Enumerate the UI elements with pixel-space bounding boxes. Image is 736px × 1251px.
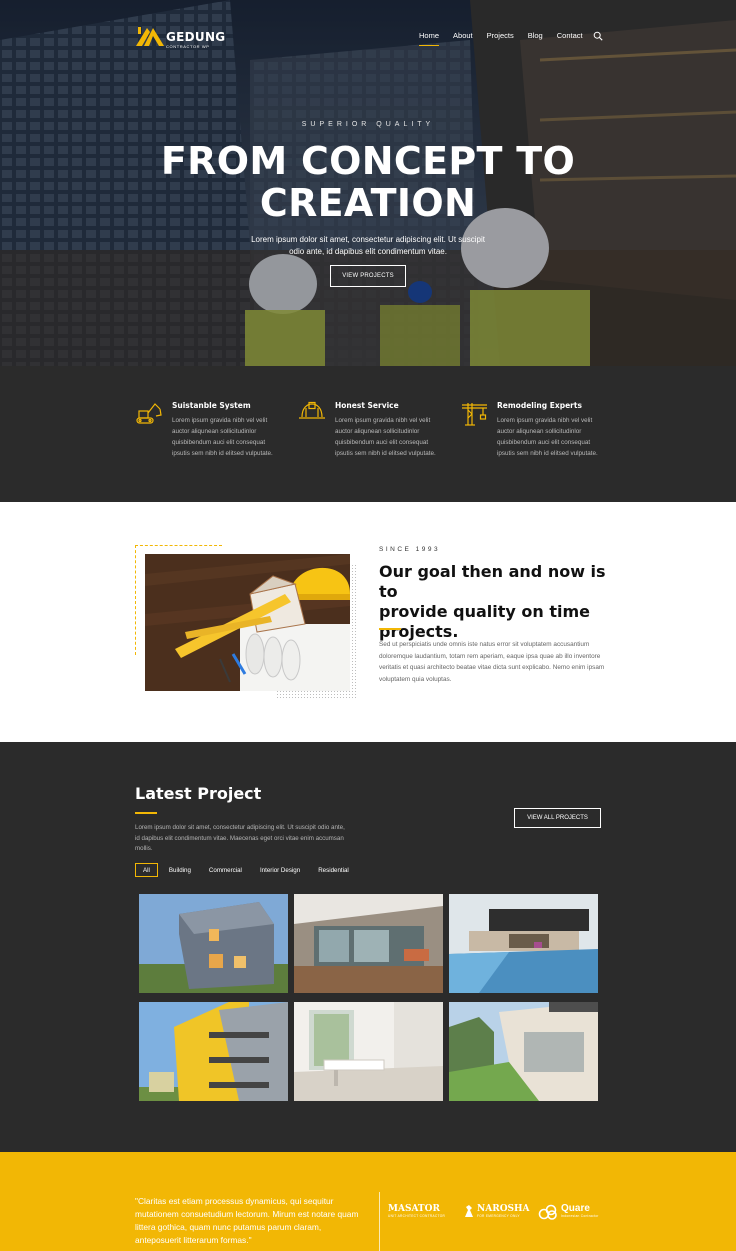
partner-subtitle: FOR EMERGENCY ONLY: [477, 1214, 520, 1218]
about-title-line-2: provide quality on time: [379, 602, 590, 621]
hero-eyebrow: SUPERIOR QUALITY: [301, 121, 435, 128]
excavator-icon: [136, 403, 162, 424]
filter-building[interactable]: Building: [162, 863, 198, 877]
project-image-yellow-apartments: [139, 1002, 288, 1101]
logo-mark-icon: [136, 27, 164, 46]
hero-lead: Lorem ipsum dolor sit amet, consectetur …: [251, 235, 485, 256]
nav-projects[interactable]: Projects: [487, 30, 514, 41]
project-image-white-interior: [294, 1002, 443, 1101]
filter-interior-design[interactable]: Interior Design: [253, 863, 307, 877]
about-accent-bar: [379, 628, 401, 630]
features-section: Suistanble System Lorem ipsum gravida ni…: [0, 366, 736, 502]
partner-name: NAROSHA: [477, 1204, 530, 1214]
project-tile[interactable]: [449, 1002, 598, 1101]
nav-home[interactable]: Home: [419, 30, 440, 46]
about-title-line-1: Our goal then and now is to: [379, 562, 606, 601]
brand-name: GEDUNG: [166, 30, 226, 44]
brand-tagline: CONTRACTOR WP: [166, 44, 210, 49]
feature-text: Lorem ipsum gravida nibh vel velit aucto…: [497, 417, 598, 457]
partner-name: MASATOR: [388, 1204, 440, 1214]
testimonial-divider: [379, 1192, 380, 1251]
nav-blog[interactable]: Blog: [528, 30, 543, 41]
partner-name: Quare: [561, 1203, 590, 1214]
partner-logo-quare: Quare Indonesian Contractor: [538, 1204, 599, 1220]
about-section: SINCE 1993 Our goal then and now is to p…: [0, 502, 736, 742]
project-image-terrace-house: [294, 894, 443, 993]
testimonial-quote: "Claritas est etiam processus dynamicus,…: [135, 1196, 359, 1245]
feature-text: Lorem ipsum gravida nibh vel velit aucto…: [172, 417, 273, 457]
projects-description: Lorem ipsum dolor sit amet, consectetur …: [135, 824, 345, 852]
filter-all[interactable]: All: [135, 863, 158, 877]
nav-about[interactable]: About: [453, 30, 473, 41]
about-text: Sed ut perspiciatis unde omnis iste natu…: [379, 641, 605, 683]
feature-title: Suistanble System: [172, 401, 251, 410]
project-tile[interactable]: [139, 894, 288, 993]
brand-logo[interactable]: GEDUNG CONTRACTOR WP: [136, 22, 225, 49]
about-title: Our goal then and now is to provide qual…: [379, 562, 619, 642]
crane-icon: [462, 403, 487, 426]
nav-contact[interactable]: Contact: [557, 30, 583, 41]
partner-subtitle: Indonesian Contractor: [561, 1214, 599, 1218]
about-image: [145, 554, 350, 691]
project-tile[interactable]: [294, 894, 443, 993]
view-all-projects-button[interactable]: VIEW ALL PROJECTS: [514, 808, 601, 828]
hero-headline-line-1: FROM CONCEPT TO: [160, 139, 576, 183]
narosha-mark-icon: [465, 1205, 473, 1217]
blueprint-tools-illustration: [145, 554, 350, 691]
project-tile[interactable]: [294, 1002, 443, 1101]
hero-headline: FROM CONCEPT TO CREATION: [0, 140, 736, 224]
quare-mark-icon: [538, 1204, 557, 1220]
project-tile[interactable]: [139, 1002, 288, 1101]
filter-residential[interactable]: Residential: [311, 863, 356, 877]
partner-logo-narosha: NAROSHA FOR EMERGENCY ONLY: [463, 1204, 530, 1219]
project-tile[interactable]: [449, 894, 598, 993]
hero-headline-line-2: CREATION: [259, 181, 477, 225]
hero-section: GEDUNG CONTRACTOR WP Home About Projects…: [0, 0, 736, 366]
projects-title: Latest Project: [135, 784, 262, 803]
project-filters: All Building Commercial Interior Design …: [135, 863, 360, 877]
view-projects-button[interactable]: VIEW PROJECTS: [330, 265, 406, 287]
since-label: SINCE 1993: [379, 546, 441, 553]
feature-text: Lorem ipsum gravida nibh vel velit aucto…: [335, 417, 436, 457]
main-nav: Home About Projects Blog Contact: [419, 30, 603, 46]
hard-hat-icon: [299, 401, 325, 419]
testimonial-section: "Claritas est etiam processus dynamicus,…: [0, 1152, 736, 1251]
partner-logo-masator: MASATOR UNIT ARCHITECT CONTRACTOR: [388, 1204, 445, 1219]
project-image-wood-house: [139, 894, 288, 993]
project-image-garden-house: [449, 1002, 598, 1101]
project-image-pool-villa: [449, 894, 598, 993]
projects-accent-bar: [135, 812, 157, 814]
feature-title: Honest Service: [335, 401, 399, 410]
search-icon[interactable]: [593, 31, 603, 41]
partner-subtitle: UNIT ARCHITECT CONTRACTOR: [388, 1214, 446, 1218]
feature-title: Remodeling Experts: [497, 401, 582, 410]
filter-commercial[interactable]: Commercial: [202, 863, 249, 877]
projects-section: Latest Project Lorem ipsum dolor sit ame…: [0, 742, 736, 1152]
